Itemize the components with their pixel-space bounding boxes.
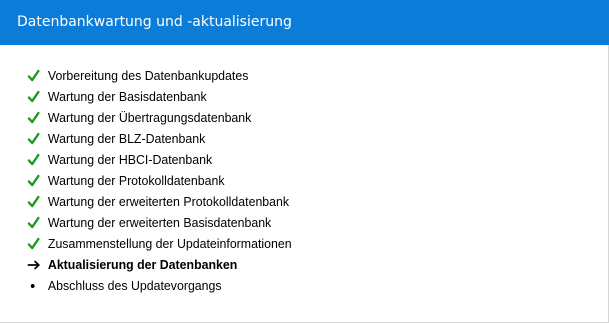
check-icon [27, 128, 42, 149]
step-item-pending: Abschluss des Updatevorgangs [27, 275, 559, 296]
step-label: Wartung der HBCI-Datenbank [47, 152, 213, 167]
bullet-icon [27, 275, 42, 296]
update-dialog: Datenbankwartung und -aktualisierung Vor… [0, 0, 609, 323]
step-item: Wartung der Basisdatenbank [27, 86, 559, 107]
check-icon [27, 86, 42, 107]
step-label: Wartung der Basisdatenbank [47, 89, 207, 104]
step-item: Wartung der BLZ-Datenbank [27, 128, 559, 149]
step-label: Wartung der Übertragungsdatenbank [47, 110, 252, 125]
step-item: Vorbereitung des Datenbankupdates [27, 65, 559, 86]
dialog-title: Datenbankwartung und -aktualisierung [17, 14, 292, 30]
step-label: Aktualisierung der Datenbanken [47, 257, 238, 272]
progress-step-list: Vorbereitung des Datenbankupdates Wartun… [27, 65, 587, 296]
step-label: Zusammenstellung der Updateinformationen [47, 236, 292, 251]
step-item: Wartung der HBCI-Datenbank [27, 149, 559, 170]
step-label: Wartung der erweiterten Protokolldatenba… [47, 194, 290, 209]
check-icon [27, 233, 42, 254]
check-icon [27, 149, 42, 170]
arrow-right-icon [27, 254, 42, 275]
check-icon [27, 191, 42, 212]
check-icon [27, 65, 42, 86]
step-item: Wartung der Übertragungsdatenbank [27, 107, 559, 128]
check-icon [27, 212, 42, 233]
step-item: Wartung der erweiterten Protokolldatenba… [27, 191, 559, 212]
step-label: Vorbereitung des Datenbankupdates [47, 68, 249, 83]
step-item: Wartung der Protokolldatenbank [27, 170, 559, 191]
check-icon [27, 107, 42, 128]
check-icon [27, 170, 42, 191]
dialog-header: Datenbankwartung und -aktualisierung [0, 0, 609, 45]
step-item: Wartung der erweiterten Basisdatenbank [27, 212, 559, 233]
step-label: Abschluss des Updatevorgangs [47, 278, 222, 293]
step-item: Zusammenstellung der Updateinformationen [27, 233, 559, 254]
step-label: Wartung der BLZ-Datenbank [47, 131, 206, 146]
step-item-current: Aktualisierung der Datenbanken [27, 254, 559, 275]
step-label: Wartung der erweiterten Basisdatenbank [47, 215, 272, 230]
step-label: Wartung der Protokolldatenbank [47, 173, 225, 188]
